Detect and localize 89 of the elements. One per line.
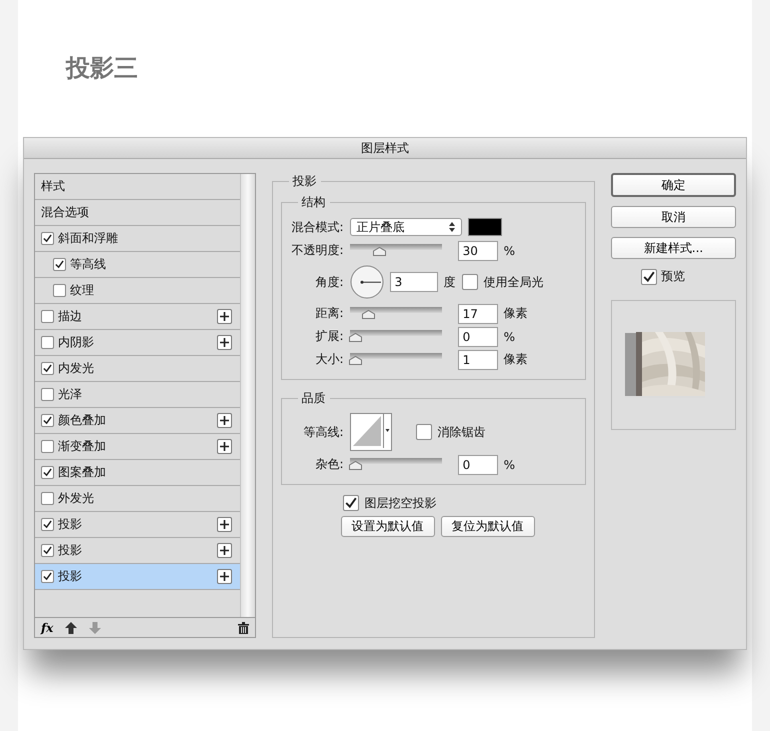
- add-button[interactable]: [216, 439, 232, 454]
- checkbox-label: 预览: [661, 268, 685, 285]
- style-list-item[interactable]: 投影: [35, 512, 240, 538]
- value-field[interactable]: 1: [458, 350, 498, 370]
- section-title: 投影: [292, 173, 318, 190]
- checkbox[interactable]: [41, 492, 54, 505]
- window-title: 图层样式: [24, 138, 746, 159]
- slider-thumb[interactable]: [348, 333, 362, 342]
- field-label: 混合模式:: [290, 218, 344, 236]
- checkbox[interactable]: [416, 424, 432, 440]
- group-title: 品质: [300, 390, 327, 407]
- unit-label: %: [504, 458, 515, 472]
- caret-icon[interactable]: [382, 414, 391, 448]
- value-field[interactable]: 30: [458, 240, 498, 260]
- checkbox[interactable]: [41, 518, 54, 531]
- field-label: 扩展:: [314, 328, 344, 345]
- add-button[interactable]: [216, 569, 232, 584]
- style-list-item[interactable]: 样式: [35, 174, 240, 200]
- checkbox[interactable]: [41, 362, 54, 375]
- slider-thumb[interactable]: [372, 247, 386, 256]
- checkbox[interactable]: [41, 336, 54, 349]
- add-button[interactable]: [216, 309, 232, 324]
- style-list-item[interactable]: 内阴影: [35, 330, 240, 356]
- group-title: 结构: [300, 194, 327, 211]
- style-list-item[interactable]: 纹理: [35, 278, 240, 304]
- add-button[interactable]: [216, 543, 232, 558]
- checkbox-label: 使用全局光: [484, 274, 544, 290]
- value-field[interactable]: 17: [458, 304, 498, 324]
- add-button[interactable]: [216, 517, 232, 532]
- slider-thumb[interactable]: [362, 310, 376, 319]
- unit-label: %: [504, 244, 515, 258]
- style-list-item[interactable]: 混合选项: [35, 200, 240, 226]
- color-swatch[interactable]: [468, 218, 502, 236]
- fx-button[interactable]: fx: [41, 620, 54, 634]
- field-label: 等高线:: [302, 424, 344, 440]
- add-button[interactable]: [216, 413, 232, 428]
- style-list-item[interactable]: 图案叠加: [35, 460, 240, 486]
- contour-picker[interactable]: [350, 413, 392, 451]
- unit-label: %: [504, 330, 515, 344]
- default-button[interactable]: 设置为默认值: [340, 516, 435, 537]
- default-button[interactable]: 复位为默认值: [440, 516, 535, 537]
- style-list-item[interactable]: 光泽: [35, 382, 240, 408]
- checkbox-label: 消除锯齿: [438, 424, 486, 440]
- up-down-arrows-icon: [448, 222, 455, 232]
- unit-label: 像素: [504, 351, 528, 368]
- style-list-item[interactable]: 外发光: [35, 486, 240, 512]
- scrollbar[interactable]: [240, 174, 255, 617]
- slider-thumb[interactable]: [349, 356, 362, 365]
- angle-dial[interactable]: [350, 265, 384, 299]
- dialog-button[interactable]: 确定: [611, 173, 736, 197]
- style-list-item[interactable]: 描边: [35, 304, 240, 330]
- dialog-button[interactable]: 新建样式...: [611, 237, 736, 259]
- checkbox[interactable]: [462, 274, 478, 290]
- checkbox[interactable]: [41, 414, 54, 427]
- checkbox[interactable]: [41, 466, 54, 479]
- checkbox[interactable]: [41, 232, 54, 245]
- checkbox[interactable]: [41, 388, 54, 401]
- field-label: 角度:: [314, 274, 344, 290]
- value-field[interactable]: 0: [458, 454, 498, 474]
- style-list-item[interactable]: 颜色叠加: [35, 408, 240, 434]
- value-field[interactable]: 3: [390, 272, 438, 292]
- checkbox[interactable]: [53, 284, 66, 297]
- trash-icon[interactable]: [238, 622, 249, 634]
- checkbox[interactable]: [41, 570, 54, 583]
- style-list-item[interactable]: 斜面和浮雕: [35, 226, 240, 252]
- checkbox-label: 图层挖空投影: [364, 494, 437, 512]
- style-list-item[interactable]: 渐变叠加: [35, 434, 240, 460]
- page-title: 投影三: [66, 53, 139, 84]
- value-field[interactable]: 0: [458, 326, 498, 346]
- checkbox[interactable]: [53, 258, 66, 271]
- field-label: 杂色:: [314, 456, 344, 473]
- blend-mode-select[interactable]: 正片叠底: [350, 218, 462, 236]
- slider-thumb[interactable]: [348, 461, 362, 470]
- style-list-item[interactable]: 内发光: [35, 356, 240, 382]
- checkbox[interactable]: [641, 268, 657, 284]
- checkbox[interactable]: [41, 544, 54, 557]
- style-list-item[interactable]: 等高线: [35, 252, 240, 278]
- field-label: 大小:: [314, 351, 344, 368]
- checkbox[interactable]: [41, 310, 54, 323]
- field-label: 不透明度:: [290, 242, 344, 259]
- unit-label: 像素: [504, 305, 528, 322]
- add-button[interactable]: [216, 335, 232, 350]
- checkbox[interactable]: [41, 440, 54, 453]
- move-up-icon[interactable]: [65, 622, 78, 634]
- checkbox[interactable]: [342, 495, 359, 511]
- unit-label: 度: [444, 274, 456, 290]
- dialog-button[interactable]: 取消: [611, 206, 736, 228]
- style-list-item[interactable]: 投影: [35, 564, 240, 590]
- field-label: 距离:: [314, 305, 344, 322]
